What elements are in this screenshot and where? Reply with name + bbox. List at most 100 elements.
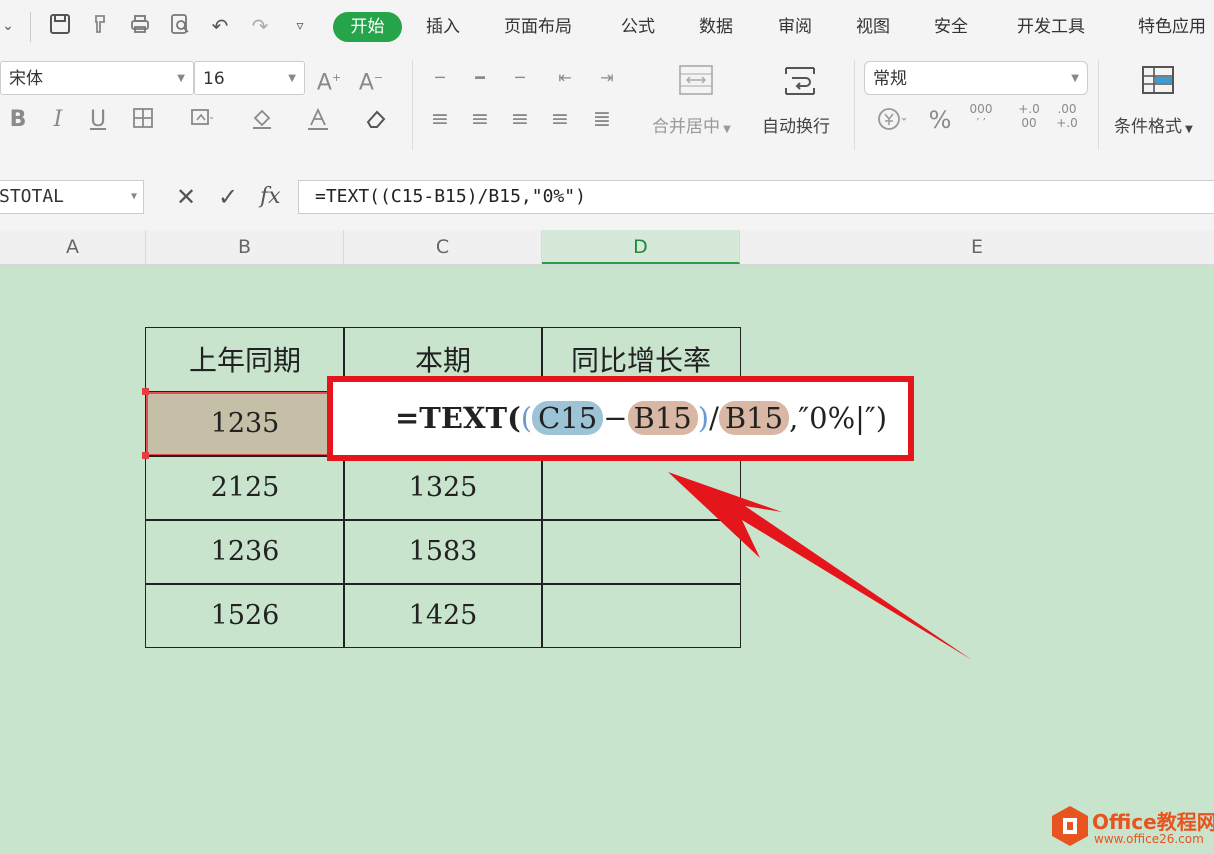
- cancel-icon[interactable]: ✕: [176, 180, 196, 214]
- font-color-icon[interactable]: [298, 106, 338, 140]
- merge-center-label: 合并居中: [652, 117, 720, 137]
- merge-center-icon[interactable]: [676, 64, 716, 104]
- cell-style-icon[interactable]: [182, 106, 222, 138]
- conditional-format-icon[interactable]: [1138, 64, 1178, 104]
- number-format-value: 常规: [873, 69, 907, 89]
- divider: [30, 12, 31, 42]
- formula-callout-box: =TEXT((C15− B15)/B15 ,″0%|″): [327, 376, 914, 461]
- chevron-down-icon: ▼: [1071, 73, 1079, 84]
- table-cell[interactable]: 2125: [145, 455, 345, 521]
- font-name-select[interactable]: 宋体 ▼: [0, 61, 194, 95]
- table-cell[interactable]: [541, 519, 741, 585]
- save-icon[interactable]: [46, 12, 74, 40]
- fill-color-icon[interactable]: [242, 106, 282, 138]
- format-painter-icon[interactable]: [86, 12, 114, 40]
- table-cell[interactable]: 1235: [145, 391, 345, 457]
- reference-b15-divisor[interactable]: B15: [718, 401, 790, 435]
- tab-insert[interactable]: 插入: [426, 14, 460, 40]
- table-cell[interactable]: [541, 455, 741, 521]
- justify-icon[interactable]: ≡: [548, 106, 572, 134]
- divider: [1098, 60, 1099, 150]
- watermark-url: www.office26.com: [1094, 832, 1204, 846]
- increase-decimal-icon[interactable]: +.0 00: [1014, 102, 1044, 130]
- align-right-icon[interactable]: ≡: [508, 106, 532, 134]
- font-name-value: 宋体: [9, 69, 43, 89]
- number-format-select[interactable]: 常规 ▼: [864, 61, 1088, 95]
- formula-input[interactable]: =TEXT((C15-B15)/B15,"0%"): [298, 180, 1214, 214]
- align-middle-icon[interactable]: ━: [468, 64, 492, 92]
- reference-c15[interactable]: C15: [532, 401, 604, 435]
- formula-minus: −: [603, 401, 628, 435]
- table-cell[interactable]: [541, 583, 741, 648]
- tab-developer[interactable]: 开发工具: [1017, 14, 1085, 40]
- ribbon: 宋体 ▼ 16 ▼ A+ A− B I U ─ ━ ─ ⇤ ⇥ ≡ ≡ ≡ ≡ …: [0, 54, 1214, 159]
- tab-review[interactable]: 审阅: [778, 14, 812, 40]
- redo-icon[interactable]: ↷: [246, 12, 274, 40]
- column-header-e[interactable]: E: [740, 230, 1214, 264]
- align-left-icon[interactable]: ≡: [428, 106, 452, 134]
- menu-bar: ⌄ ↶ ↷ ▿ 开始 插入 页面布局 公式 数据 审阅 视图 安全 开发工具 特…: [0, 0, 1214, 54]
- tab-start[interactable]: 开始: [333, 12, 402, 42]
- cell-value: 1235: [210, 408, 280, 439]
- underline-icon[interactable]: U: [86, 106, 110, 134]
- column-header-b[interactable]: B: [146, 230, 344, 264]
- bold-icon[interactable]: B: [6, 106, 30, 134]
- selection-handle[interactable]: [142, 388, 149, 395]
- thousands-label: 000: [969, 102, 993, 116]
- fx-button[interactable]: fx: [260, 180, 281, 214]
- merge-center-button[interactable]: 合并居中 ▼: [652, 112, 731, 137]
- font-size-select[interactable]: 16 ▼: [194, 61, 305, 95]
- formula-bar: STOTAL ▼ ✕ ✓ fx =TEXT((C15-B15)/B15,"0%"…: [0, 158, 1214, 230]
- table-cell[interactable]: 1526: [145, 583, 345, 648]
- tab-special-apps[interactable]: 特色应用: [1138, 14, 1206, 40]
- tab-view[interactable]: 视图: [856, 14, 890, 40]
- tab-page-layout[interactable]: 页面布局: [504, 14, 572, 40]
- undo-icon[interactable]: ↶: [206, 12, 234, 40]
- decrease-font-icon[interactable]: A−: [356, 64, 386, 97]
- divider: [412, 60, 413, 150]
- print-preview-icon[interactable]: [166, 12, 194, 40]
- indent-decrease-icon[interactable]: ⇤: [552, 64, 578, 92]
- currency-icon[interactable]: [872, 106, 912, 140]
- clear-icon[interactable]: [356, 106, 396, 140]
- office-logo-icon: [1052, 806, 1088, 846]
- table-cell[interactable]: 1425: [343, 583, 543, 648]
- header-cell-last-year[interactable]: 上年同期: [145, 327, 345, 393]
- italic-icon[interactable]: I: [46, 106, 70, 134]
- increase-font-icon[interactable]: A+: [314, 64, 344, 97]
- wrap-text-button[interactable]: 自动换行: [762, 112, 830, 137]
- reference-b15[interactable]: B15: [627, 401, 698, 435]
- formula-tail: ,″0%|″): [789, 401, 888, 435]
- wrap-text-icon[interactable]: [778, 64, 822, 106]
- table-cell[interactable]: 1325: [343, 455, 543, 521]
- border-icon[interactable]: [128, 106, 158, 138]
- conditional-format-button[interactable]: 条件格式 ▼: [1114, 112, 1193, 137]
- customize-icon[interactable]: ▿: [286, 12, 314, 40]
- formula-prefix: =TEXT(: [395, 401, 521, 435]
- column-header-a[interactable]: A: [0, 230, 146, 264]
- chevron-down-icon[interactable]: ⌄: [0, 12, 22, 40]
- indent-increase-icon[interactable]: ⇥: [594, 64, 620, 92]
- column-header-d[interactable]: D: [542, 230, 740, 264]
- print-icon[interactable]: [126, 12, 154, 40]
- selection-handle[interactable]: [142, 452, 149, 459]
- thousands-separator-icon[interactable]: 000 ’ ’: [966, 102, 996, 130]
- decimal-remove-top: .00: [1057, 102, 1077, 116]
- align-bottom-icon[interactable]: ─: [508, 64, 532, 92]
- tab-formulas[interactable]: 公式: [621, 14, 655, 40]
- table-cell[interactable]: 1583: [343, 519, 543, 585]
- tab-data[interactable]: 数据: [699, 14, 733, 40]
- name-box[interactable]: STOTAL ▼: [0, 180, 144, 214]
- column-header-c[interactable]: C: [344, 230, 542, 264]
- in-cell-formula-editor[interactable]: =TEXT((C15− B15)/B15 ,″0%|″): [395, 398, 887, 438]
- percent-icon[interactable]: %: [926, 106, 954, 134]
- check-icon[interactable]: ✓: [218, 180, 238, 214]
- decrease-decimal-icon[interactable]: .00 +.0: [1052, 102, 1082, 130]
- tab-security[interactable]: 安全: [934, 14, 968, 40]
- decimal-add-top: +.0: [1018, 102, 1040, 116]
- align-center-icon[interactable]: ≡: [468, 106, 492, 134]
- align-top-icon[interactable]: ─: [428, 64, 452, 92]
- chevron-down-icon: ▼: [1182, 124, 1193, 135]
- table-cell[interactable]: 1236: [145, 519, 345, 585]
- distributed-icon[interactable]: ≣: [588, 106, 616, 134]
